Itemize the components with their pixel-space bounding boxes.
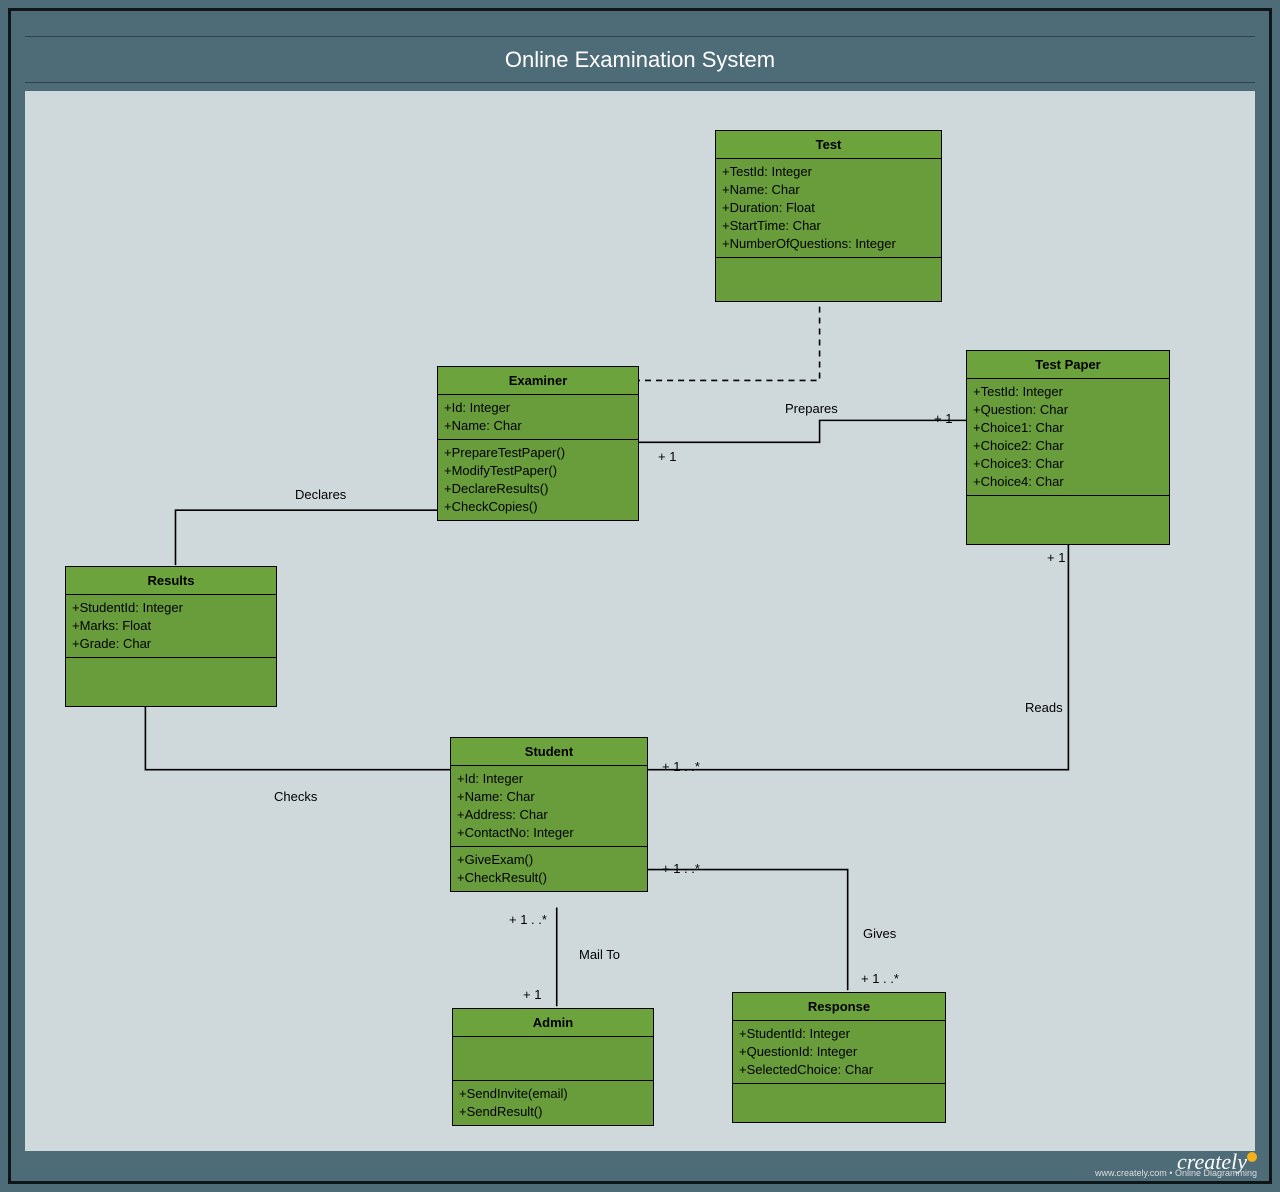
class-operations [733,1084,945,1122]
mult-student-reads: + 1 . .* [662,759,700,774]
mult-student-mailto: + 1 . .* [509,912,547,927]
mult-admin-mailto: + 1 [523,987,541,1002]
diagram-title: Online Examination System [25,36,1255,83]
class-operations: +SendInvite(email) +SendResult() [453,1081,653,1125]
class-student: Student +Id: Integer +Name: Char +Addres… [450,737,648,892]
class-title: Admin [453,1009,653,1037]
brand-subtext: www.creately.com • Online Diagramming [1095,1168,1257,1178]
class-test: Test +TestId: Integer +Name: Char +Durat… [715,130,942,302]
class-title: Test [716,131,941,159]
class-operations: +GiveExam() +CheckResult() [451,847,647,891]
class-attributes: +Id: Integer +Name: Char [438,395,638,440]
label-gives: Gives [863,926,896,941]
class-results: Results +StudentId: Integer +Marks: Floa… [65,566,277,707]
class-response: Response +StudentId: Integer +QuestionId… [732,992,946,1123]
class-test-paper: Test Paper +TestId: Integer +Question: C… [966,350,1170,545]
class-attributes: +TestId: Integer +Name: Char +Duration: … [716,159,941,258]
footer-brand: creately www.creately.com • Online Diagr… [1177,1147,1257,1177]
class-operations [66,658,276,706]
label-checks: Checks [274,789,317,804]
label-prepares: Prepares [785,401,838,416]
class-title: Examiner [438,367,638,395]
diagram-inner: Online Examination System Test [8,8,1272,1184]
class-operations: +PrepareTestPaper() +ModifyTestPaper() +… [438,440,638,520]
class-title: Response [733,993,945,1021]
class-attributes: +StudentId: Integer +Marks: Float +Grade… [66,595,276,658]
mult-testpaper-prepares: + 1 [934,411,952,426]
label-reads: Reads [1025,700,1063,715]
class-operations [716,258,941,301]
class-attributes [453,1037,653,1081]
label-declares: Declares [295,487,346,502]
diagram-frame: Online Examination System Test [0,0,1280,1192]
diagram-canvas: Test +TestId: Integer +Name: Char +Durat… [25,91,1255,1151]
mult-examiner-prepares: + 1 [658,449,676,464]
class-attributes: +Id: Integer +Name: Char +Address: Char … [451,766,647,847]
class-admin: Admin +SendInvite(email) +SendResult() [452,1008,654,1126]
class-attributes: +StudentId: Integer +QuestionId: Integer… [733,1021,945,1084]
mult-student-gives: + 1 . .* [662,861,700,876]
class-title: Student [451,738,647,766]
mult-testpaper-reads: + 1 [1047,550,1065,565]
class-operations [967,496,1169,544]
class-title: Test Paper [967,351,1169,379]
class-title: Results [66,567,276,595]
class-examiner: Examiner +Id: Integer +Name: Char +Prepa… [437,366,639,521]
mult-response-gives: + 1 . .* [861,971,899,986]
label-mailto: Mail To [579,947,620,962]
bulb-icon [1247,1152,1257,1162]
class-attributes: +TestId: Integer +Question: Char +Choice… [967,379,1169,496]
